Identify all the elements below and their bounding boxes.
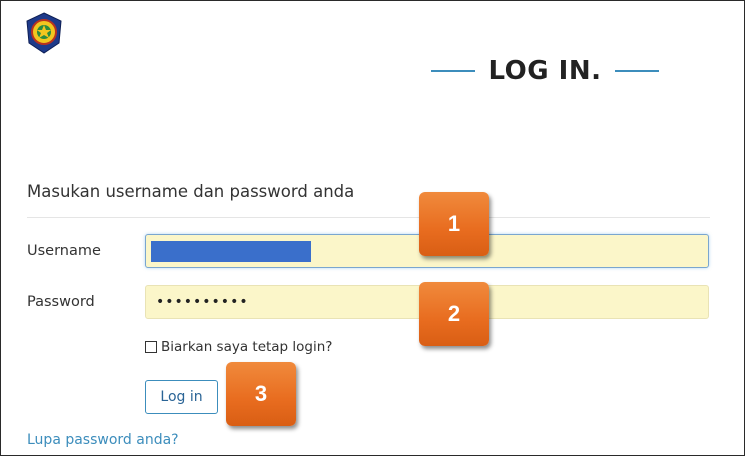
- form-divider: [27, 217, 710, 218]
- title-left-line: [431, 70, 475, 72]
- forgot-password-link[interactable]: Lupa password anda?: [27, 432, 179, 448]
- title-right-line: [615, 70, 659, 72]
- login-page: LOG IN. Masukan username dan password an…: [0, 0, 745, 456]
- page-title: LOG IN.: [488, 56, 602, 86]
- step-badge-2: 2: [419, 282, 489, 346]
- username-label: Username: [27, 243, 101, 259]
- form-subtitle: Masukan username dan password anda: [27, 182, 355, 201]
- password-masked-value: ••••••••••: [156, 294, 249, 310]
- page-title-group: LOG IN.: [431, 53, 659, 89]
- step-badge-3: 3: [226, 362, 296, 426]
- institution-emblem-icon: [24, 11, 64, 55]
- step-badge-1: 1: [419, 192, 489, 256]
- login-button[interactable]: Log in: [145, 380, 218, 414]
- username-selected-text: [151, 241, 311, 262]
- remember-me-checkbox[interactable]: [145, 341, 157, 353]
- remember-me-label: Biarkan saya tetap login?: [161, 339, 333, 355]
- password-label: Password: [27, 294, 95, 310]
- remember-me[interactable]: Biarkan saya tetap login?: [145, 339, 332, 355]
